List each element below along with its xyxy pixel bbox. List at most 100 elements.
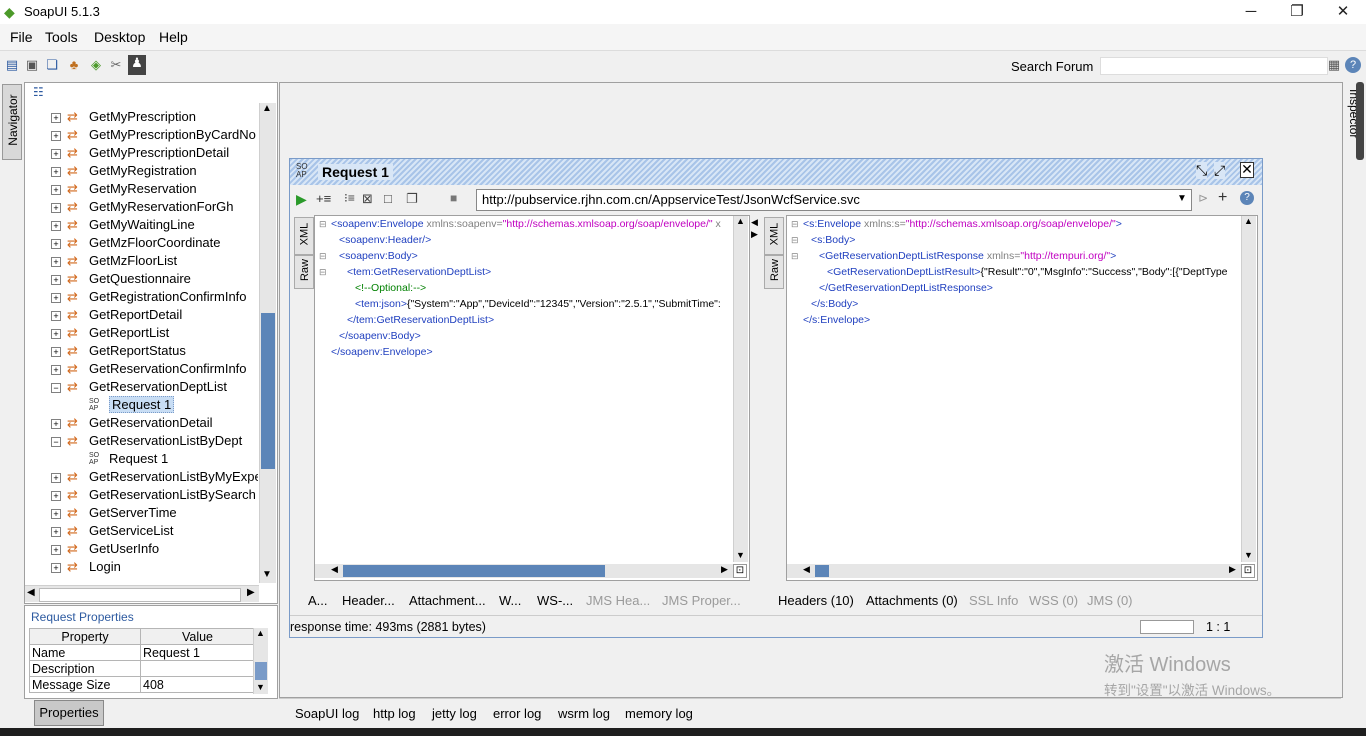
minimize-button[interactable]: ─ xyxy=(1228,0,1274,24)
close-icon[interactable]: ✕ xyxy=(1240,162,1254,178)
property-value[interactable] xyxy=(140,660,255,677)
expand-icon[interactable]: + xyxy=(51,527,61,537)
expand-icon[interactable]: + xyxy=(51,257,61,267)
tree-hscroll-thumb[interactable] xyxy=(39,588,241,602)
expand-icon[interactable]: + xyxy=(51,293,61,303)
splitter-handle[interactable]: ◀ ▶ xyxy=(750,215,760,579)
log-tab-http[interactable]: http log xyxy=(373,706,416,721)
log-tab-error[interactable]: error log xyxy=(493,706,541,721)
log-tab-soapui[interactable]: SoapUI log xyxy=(295,706,359,721)
collapse-right-icon[interactable]: ▶ xyxy=(751,229,758,240)
inspector-tab[interactable]: Inspector xyxy=(1344,82,1364,162)
expand-icon[interactable]: + xyxy=(51,419,61,429)
forum-icon[interactable]: ♣ xyxy=(66,57,82,73)
tree-horizontal-scrollbar[interactable]: ◀ ▶ xyxy=(25,585,259,602)
response-hscroll-thumb[interactable] xyxy=(815,565,829,577)
stop-icon[interactable]: ■ xyxy=(450,191,457,205)
fold-icon[interactable]: ⊟ xyxy=(319,264,331,280)
expand-icon[interactable]: + xyxy=(51,347,61,357)
request-hscroll-thumb[interactable] xyxy=(343,565,605,577)
request-tab-xml[interactable]: XML xyxy=(294,217,314,255)
expand-icon[interactable]: + xyxy=(51,473,61,483)
request-help-icon[interactable]: ? xyxy=(1240,191,1254,205)
clone-icon[interactable]: □ xyxy=(384,191,392,206)
subtab-3[interactable]: W... xyxy=(499,593,521,608)
add-assertion-icon[interactable]: +≡ xyxy=(316,191,331,206)
tree-scroll-thumb[interactable] xyxy=(261,313,275,469)
detach-icon[interactable]: ⤡ xyxy=(1196,162,1208,179)
menu-file[interactable]: File xyxy=(10,29,33,45)
fold-icon[interactable]: ⊟ xyxy=(791,216,803,232)
collapse-icon[interactable]: − xyxy=(51,437,61,447)
subtab-1[interactable]: Header... xyxy=(342,593,395,608)
scroll-left-icon[interactable]: ◀ xyxy=(331,564,338,575)
fold-icon[interactable]: ⊟ xyxy=(791,248,803,264)
expand-icon[interactable]: + xyxy=(51,329,61,339)
maximize-button[interactable]: ❐ xyxy=(1274,0,1320,24)
collapse-icon[interactable]: − xyxy=(51,383,61,393)
menu-help[interactable]: Help xyxy=(159,29,188,45)
fold-icon[interactable]: ⊟ xyxy=(791,232,803,248)
expand-icon[interactable]: + xyxy=(51,185,61,195)
expand-icon[interactable]: + xyxy=(51,167,61,177)
close-button[interactable]: ✕ xyxy=(1320,0,1366,24)
expand-icon[interactable]: + xyxy=(51,509,61,519)
help-icon[interactable]: ? xyxy=(1345,57,1361,73)
expand-icon[interactable]: + xyxy=(51,131,61,141)
endpoint-url-field[interactable]: http://pubservice.rjhn.com.cn/Appservice… xyxy=(476,189,1192,211)
expand-icon[interactable]: + xyxy=(51,221,61,231)
trial-icon[interactable]: ◈ xyxy=(88,57,104,73)
table-row[interactable]: Name Request 1 xyxy=(29,644,255,661)
import-project-icon[interactable]: ▣ xyxy=(24,57,40,73)
chevron-down-icon[interactable]: ▼ xyxy=(1177,193,1187,204)
scroll-down-icon[interactable]: ▼ xyxy=(256,682,265,692)
request-vertical-scrollbar[interactable]: ▲ ▼ xyxy=(733,216,748,562)
request-window-header[interactable]: SO AP Request 1 ⤡ ⤢ ✕ xyxy=(290,159,1262,185)
scroll-right-icon[interactable]: ▶ xyxy=(721,564,728,575)
scroll-up-icon[interactable]: ▲ xyxy=(1244,216,1253,226)
grid-icon[interactable]: ▦ xyxy=(1326,57,1342,73)
scroll-left-icon[interactable]: ◀ xyxy=(27,587,35,598)
subtab-0[interactable]: Headers (10) xyxy=(778,593,854,608)
expand-icon[interactable]: + xyxy=(51,113,61,123)
response-vertical-scrollbar[interactable]: ▲ ▼ xyxy=(1241,216,1256,562)
preferences-icon[interactable]: ✂ xyxy=(108,57,124,73)
response-horizontal-scrollbar[interactable]: ◀ ▶ xyxy=(787,564,1241,578)
scroll-down-icon[interactable]: ▼ xyxy=(1244,550,1253,560)
navigator-tab[interactable]: Navigator xyxy=(2,84,22,160)
properties-button[interactable]: Properties xyxy=(34,700,104,726)
run-icon[interactable]: ▶ xyxy=(296,191,307,208)
proxy-icon[interactable]: ♟ xyxy=(128,55,146,75)
expand-icon[interactable]: + xyxy=(51,275,61,285)
inspector-handle[interactable] xyxy=(1356,82,1364,160)
scroll-up-icon[interactable]: ▲ xyxy=(262,103,272,114)
property-value[interactable]: 408 xyxy=(140,676,255,693)
expand-icon[interactable]: + xyxy=(51,365,61,375)
expand-icon[interactable]: + xyxy=(51,545,61,555)
properties-scroll-thumb[interactable] xyxy=(255,662,267,680)
add-endpoint-icon[interactable]: + xyxy=(1218,189,1227,207)
zoom-icon[interactable]: ⊡ xyxy=(733,564,747,578)
menu-desktop[interactable]: Desktop xyxy=(94,29,145,45)
scroll-up-icon[interactable]: ▲ xyxy=(736,216,745,226)
tree-vertical-scrollbar[interactable]: ▲ ▼ xyxy=(259,103,276,583)
expand-icon[interactable]: + xyxy=(51,203,61,213)
copy-icon[interactable]: ❐ xyxy=(406,191,418,207)
table-row[interactable]: Message Size 408 xyxy=(29,676,255,693)
scroll-right-icon[interactable]: ▶ xyxy=(1229,564,1236,575)
save-all-icon[interactable]: ❏ xyxy=(44,57,60,73)
request-horizontal-scrollbar[interactable]: ◀ ▶ xyxy=(315,564,733,578)
request-xml-editor[interactable]: ⊟ <soapenv:Envelope xmlns:soapenv="http:/… xyxy=(314,215,750,581)
tree-view-toggle-icon[interactable]: ☷ xyxy=(33,85,44,99)
expand-icon[interactable]: + xyxy=(51,311,61,321)
expand-icon[interactable]: + xyxy=(51,149,61,159)
fold-icon[interactable]: ⊟ xyxy=(319,216,331,232)
new-project-icon[interactable]: ▤ xyxy=(4,57,20,73)
subtab-0[interactable]: A... xyxy=(308,593,328,608)
subtab-1[interactable]: Attachments (0) xyxy=(866,593,958,608)
expand-icon[interactable]: + xyxy=(51,563,61,573)
properties-scrollbar[interactable]: ▲ ▼ xyxy=(253,628,268,694)
log-tab-memory[interactable]: memory log xyxy=(625,706,693,721)
response-tab-xml[interactable]: XML xyxy=(764,217,784,255)
expand-icon[interactable]: + xyxy=(51,491,61,501)
